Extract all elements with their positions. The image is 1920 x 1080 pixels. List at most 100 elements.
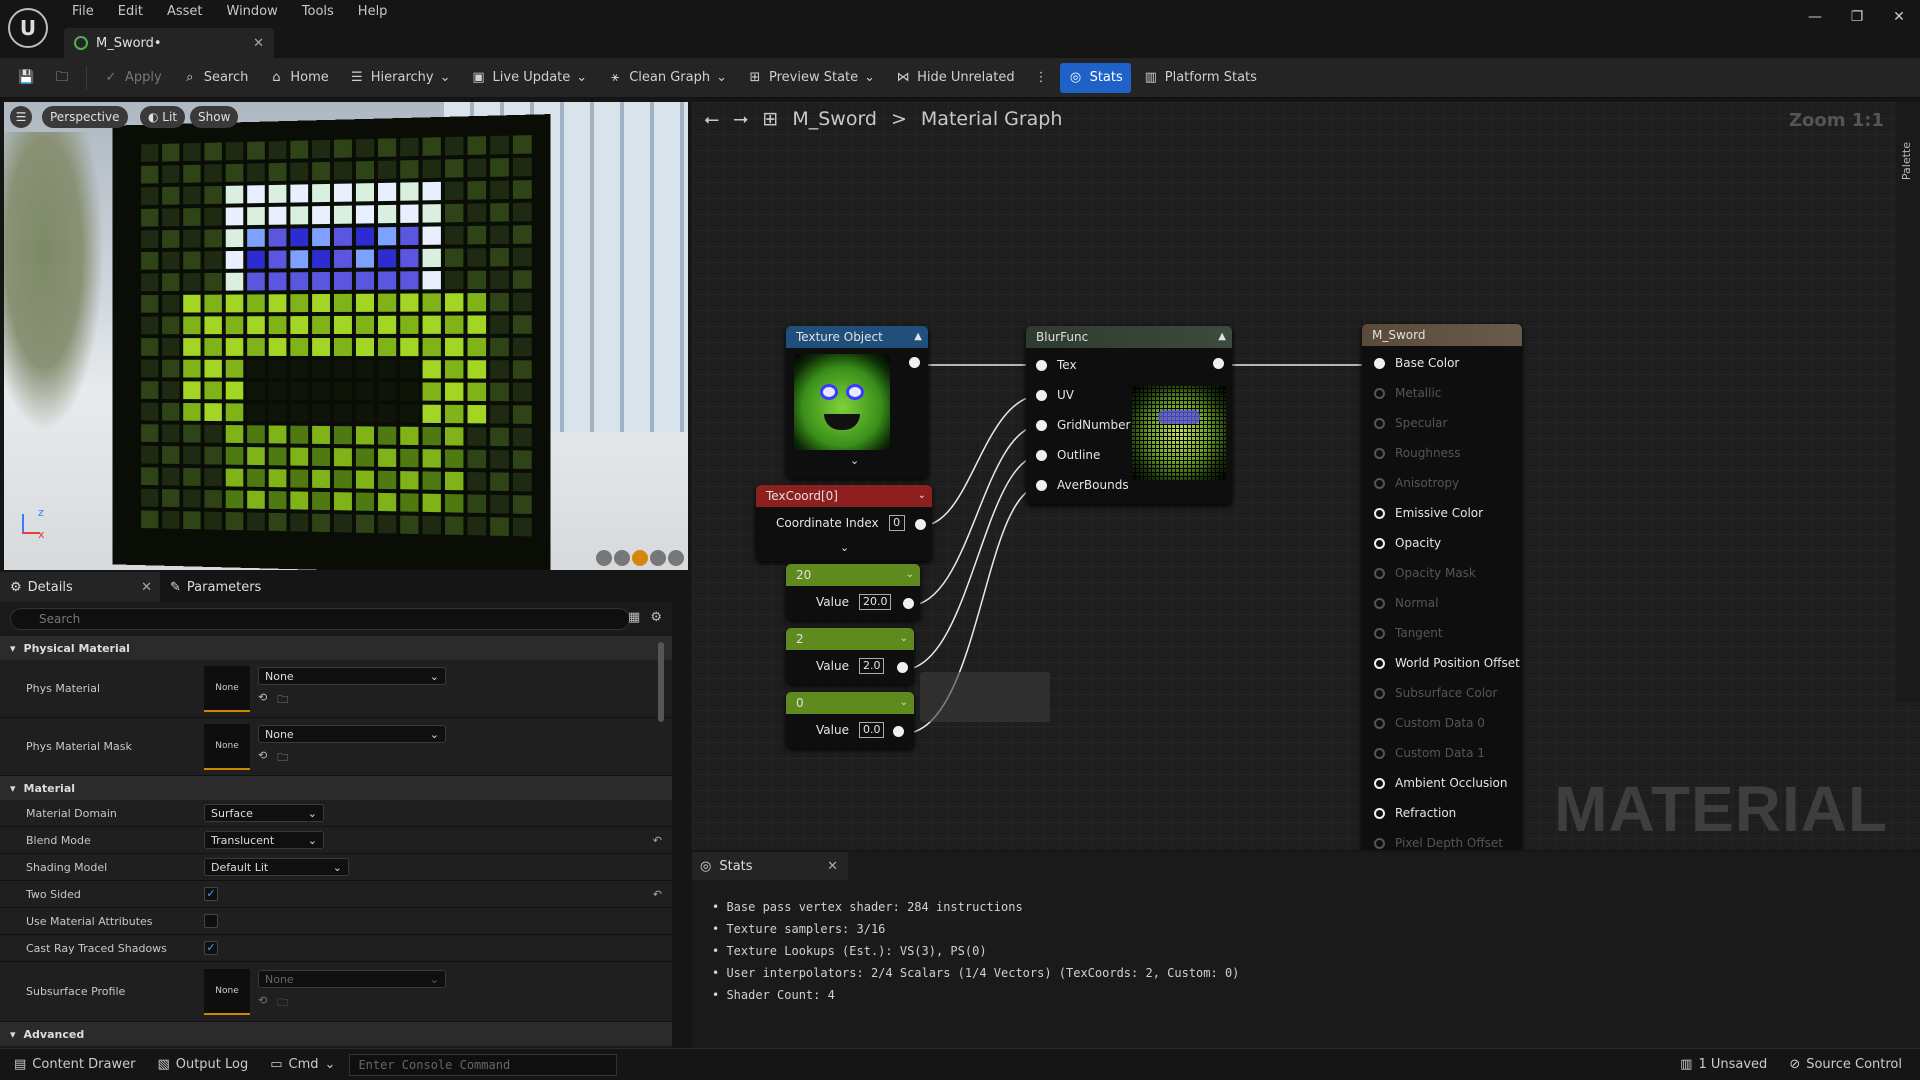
use-selected-icon[interactable]: ⟲ (258, 994, 267, 1013)
value-input[interactable]: 2.0 (858, 658, 885, 674)
unreal-logo-icon[interactable]: U (8, 8, 48, 48)
hide-unrelated-button[interactable]: ⋈ Hide Unrelated (887, 63, 1023, 93)
two-sided-checkbox[interactable]: ✓ (204, 887, 218, 901)
collapse-icon[interactable]: ▲ (1218, 326, 1226, 348)
expand-icon[interactable]: ⌄ (850, 454, 859, 467)
save-button[interactable]: 💾 (10, 63, 42, 93)
menu-asset[interactable]: Asset (155, 2, 215, 22)
coordinate-index-input[interactable]: 0 (888, 515, 905, 531)
breadcrumb-page[interactable]: Material Graph (921, 108, 1063, 130)
result-pin[interactable]: World Position Offset (1374, 656, 1520, 670)
result-pin[interactable]: Custom Data 0 (1374, 716, 1485, 730)
result-pin[interactable]: Opacity (1374, 536, 1441, 550)
stats-button[interactable]: ◎ Stats (1059, 62, 1131, 93)
browse-asset-icon[interactable]: 🗀 (277, 691, 288, 710)
output-log-button[interactable]: ▧ Output Log (149, 1051, 256, 1079)
sphere-mesh-icon[interactable] (614, 550, 630, 566)
reset-to-default-icon[interactable]: ↶ (653, 834, 662, 847)
result-pin[interactable]: Base Color (1374, 356, 1459, 370)
texcoord-output-pin[interactable] (915, 519, 926, 530)
palette-sidebar[interactable]: Palette (1896, 102, 1920, 702)
menu-window[interactable]: Window (215, 2, 290, 22)
asset-thumbnail[interactable]: None (204, 723, 250, 770)
cylinder-mesh-icon[interactable] (596, 550, 612, 566)
blur-input-outline[interactable]: Outline (1036, 448, 1100, 462)
search-button[interactable]: ⌕ Search (174, 63, 257, 93)
blur-input-gridnumber[interactable]: GridNumber (1036, 418, 1130, 432)
content-drawer-button[interactable]: ▤ Content Drawer (6, 1051, 143, 1079)
preview-state-button[interactable]: ⊞ Preview State ⌄ (739, 63, 883, 93)
material-graph[interactable]: ⭠ ⭢ ⊞ M_Sword > Material Graph Zoom 1:1 … (692, 102, 1920, 850)
close-stats-icon[interactable]: ✕ (827, 859, 838, 874)
result-pin[interactable]: Metallic (1374, 386, 1441, 400)
result-pin[interactable]: Refraction (1374, 806, 1456, 820)
node-constant-2[interactable]: 2 ⌄ Value 2.0 (786, 628, 914, 684)
menu-file[interactable]: File (60, 2, 106, 22)
clean-graph-button[interactable]: ⚹ Clean Graph ⌄ (599, 63, 735, 93)
result-pin[interactable]: Custom Data 1 (1374, 746, 1485, 760)
node-texture-object[interactable]: Texture Object ▲ ⌄ (786, 326, 928, 478)
close-details-icon[interactable]: ✕ (141, 580, 152, 595)
node-texcoord[interactable]: TexCoord[0] ⌄ Coordinate Index 0 ⌄ (756, 485, 932, 561)
result-pin[interactable]: Anisotropy (1374, 476, 1459, 490)
live-update-button[interactable]: ▣ Live Update ⌄ (463, 63, 596, 93)
result-pin[interactable]: Roughness (1374, 446, 1460, 460)
blur-input-tex[interactable]: Tex (1036, 358, 1077, 372)
value-input[interactable]: 0.0 (858, 722, 885, 738)
close-tab-icon[interactable]: ✕ (253, 36, 264, 51)
result-pin[interactable]: Specular (1374, 416, 1447, 430)
home-button[interactable]: ⌂ Home (260, 63, 336, 93)
tab-parameters[interactable]: ✎ Parameters (160, 572, 271, 602)
browse-asset-icon[interactable]: 🗀 (277, 994, 288, 1013)
chevron-down-icon[interactable]: ⌄ (900, 692, 908, 714)
settings-gear-icon[interactable]: ⚙ (650, 610, 662, 625)
chevron-down-icon[interactable]: ⌄ (906, 564, 914, 586)
show-button[interactable]: Show (190, 106, 239, 128)
menu-tools[interactable]: Tools (290, 2, 346, 22)
lit-button[interactable]: ◐ Lit (140, 106, 186, 128)
close-window-icon[interactable]: ✕ (1878, 0, 1920, 34)
preview-viewport[interactable]: ☰ Perspective ◐ Lit Show z x (4, 102, 688, 570)
table-view-icon[interactable]: ▦ (628, 610, 640, 625)
phys-material-combo[interactable]: None ⌄ (258, 667, 446, 685)
constant-output-pin[interactable] (903, 598, 914, 609)
texture-output-pin[interactable] (909, 357, 920, 368)
phys-material-mask-combo[interactable]: None ⌄ (258, 725, 446, 743)
hierarchy-button[interactable]: ☰ Hierarchy ⌄ (341, 63, 459, 93)
document-tab[interactable]: M_Sword• ✕ (64, 28, 274, 58)
collapse-icon[interactable]: ▲ (914, 326, 922, 348)
blur-input-uv[interactable]: UV (1036, 388, 1074, 402)
category-material[interactable]: ▾ Material (0, 776, 672, 800)
more-options-button[interactable]: ⋮ (1027, 63, 1056, 93)
console-command-input[interactable]: Enter Console Command (349, 1053, 618, 1076)
menu-help[interactable]: Help (346, 2, 400, 22)
result-pin[interactable]: Emissive Color (1374, 506, 1483, 520)
plane-mesh-icon[interactable] (632, 550, 648, 566)
use-selected-icon[interactable]: ⟲ (258, 691, 267, 710)
cmd-button[interactable]: ▭ Cmd ⌄ (262, 1051, 343, 1079)
expand-icon[interactable]: ⌄ (840, 541, 849, 554)
node-constant-20[interactable]: 20 ⌄ Value 20.0 (786, 564, 920, 620)
apply-button[interactable]: ✓ Apply (95, 63, 170, 93)
result-pin[interactable]: Tangent (1374, 626, 1443, 640)
minimize-icon[interactable]: — (1794, 0, 1836, 34)
node-blurfunc[interactable]: BlurFunc ▲ Tex UV GridNumber Outline Aver… (1026, 326, 1232, 504)
result-pin[interactable]: Pixel Depth Offset (1374, 836, 1503, 850)
forward-arrow-icon[interactable]: ⭢ (733, 108, 748, 130)
details-scrollbar[interactable] (658, 642, 664, 722)
breadcrumb-asset[interactable]: M_Sword (792, 108, 877, 130)
browse-button[interactable]: 🗀 (46, 63, 78, 93)
category-advanced[interactable]: ▾ Advanced (0, 1022, 672, 1046)
unsaved-button[interactable]: ▥ 1 Unsaved (1672, 1051, 1775, 1079)
blur-input-averbounds[interactable]: AverBounds (1036, 478, 1129, 492)
blur-output-pin[interactable] (1213, 358, 1224, 369)
teapot-mesh-icon[interactable] (668, 550, 684, 566)
source-control-button[interactable]: ⊘ Source Control (1781, 1051, 1910, 1079)
node-material-result[interactable]: M_Sword Base Color Metallic Specular Roughn… (1362, 324, 1522, 850)
restore-icon[interactable]: ❐ (1836, 0, 1878, 34)
perspective-button[interactable]: Perspective (42, 106, 128, 128)
node-constant-0[interactable]: 0 ⌄ Value 0.0 (786, 692, 914, 748)
cast-ray-traced-shadows-checkbox[interactable]: ✓ (204, 941, 218, 955)
use-selected-icon[interactable]: ⟲ (258, 749, 267, 768)
result-pin[interactable]: Opacity Mask (1374, 566, 1476, 580)
